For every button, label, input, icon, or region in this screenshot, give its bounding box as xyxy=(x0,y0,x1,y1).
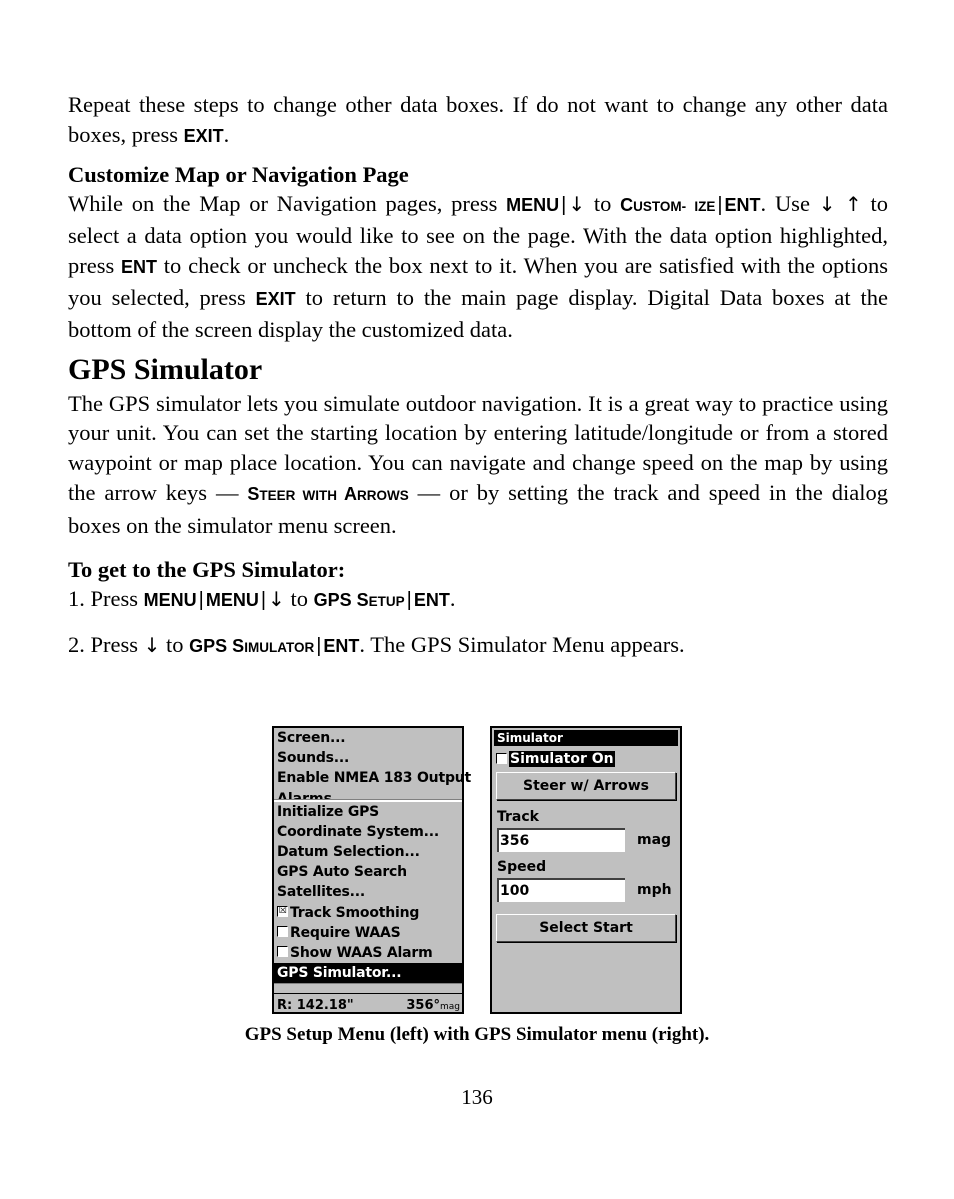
sc-rest: USTOM- xyxy=(633,198,687,214)
menu-item-require-waas[interactable]: Require WAAS xyxy=(274,923,462,943)
text: . Use xyxy=(760,190,819,216)
separator: | xyxy=(316,635,322,658)
checkbox-icon[interactable] xyxy=(496,752,507,764)
intro-text-end: . xyxy=(223,121,230,147)
heading-value: 356° xyxy=(406,998,440,1013)
sc-letter: S xyxy=(247,483,260,504)
text: to xyxy=(160,632,190,658)
arrow-down-up-icon: ↓ ↑ xyxy=(818,191,862,216)
simulator-dialog: Simulator Simulator On Steer w/ Arrows T… xyxy=(490,726,682,1014)
text: 1. Press xyxy=(68,585,144,611)
menu-item-label: Require WAAS xyxy=(290,924,401,941)
steps-heading: To get to the GPS Simulator: xyxy=(68,556,346,582)
text: . xyxy=(449,585,456,611)
customize-heading: Customize Map or Navigation Page xyxy=(68,161,409,187)
key-ent: ENT xyxy=(724,194,761,215)
menu-item-datum-selection[interactable]: Datum Selection... xyxy=(274,842,462,862)
step-2: 2. Press ↓ to GPS SIMULATOR | ENT. The GPS… xyxy=(68,630,888,663)
sc-rest: IZE xyxy=(694,198,716,214)
sc-rest: IMULATOR xyxy=(244,640,315,656)
simulator-on-toggle[interactable]: Simulator On xyxy=(496,750,680,768)
key-exit: EXIT xyxy=(183,125,224,146)
key-ent: ENT xyxy=(323,636,360,657)
status-heading: 356°mag xyxy=(406,997,460,1016)
menu-item-alarms-cut[interactable]: Alarms... xyxy=(274,789,462,799)
menu-item-coordinate-system[interactable]: Coordinate System... xyxy=(274,822,462,842)
customize-paragraph: While on the Map or Navigation pages, pr… xyxy=(68,189,888,345)
intro-paragraph: Repeat these steps to change other data … xyxy=(68,90,888,152)
status-position: R: 142.18" xyxy=(277,998,354,1013)
checkbox-checked-icon[interactable]: ☒ xyxy=(277,906,288,917)
heading-unit: mag xyxy=(440,1002,460,1012)
key-steer-with-arrows: STEER WITH ARROWS xyxy=(247,484,408,504)
sc-letter: A xyxy=(344,483,357,504)
key-menu: MENU xyxy=(143,589,197,610)
text: to xyxy=(585,190,621,216)
sc-letter: GPS S xyxy=(189,636,245,657)
menu-item-show-waas-alarm[interactable]: Show WAAS Alarm xyxy=(274,943,462,963)
sc-letter: C xyxy=(620,194,634,215)
speed-label: Speed xyxy=(497,859,547,875)
manual-page: Repeat these steps to change other data … xyxy=(68,90,888,663)
figure-caption: GPS Setup Menu (left) with GPS Simulator… xyxy=(244,1024,710,1045)
arrow-down-icon: ↓ xyxy=(143,633,161,658)
separator: | xyxy=(260,588,267,611)
track-row: 356 mag xyxy=(497,828,680,854)
key-gps-simulator: GPS SIMULATOR xyxy=(189,636,314,656)
dialog-title: Simulator xyxy=(494,730,678,746)
gps-simulator-paragraph: The GPS simulator lets you simulate outd… xyxy=(68,389,888,541)
separator: | xyxy=(406,588,412,611)
separator: | xyxy=(561,193,567,216)
separator: | xyxy=(198,588,204,611)
text: 2. Press xyxy=(68,632,144,658)
menu-item-gps-auto-search[interactable]: GPS Auto Search xyxy=(274,862,462,882)
key-ent: ENT xyxy=(121,257,158,278)
menu-item-label: Track Smoothing xyxy=(290,904,420,921)
gps-setup-menu: Screen... Sounds... Enable NMEA 183 Outp… xyxy=(272,726,471,1014)
gps-simulator-heading: GPS Simulator xyxy=(68,352,263,386)
menu-item-screen[interactable]: Screen... xyxy=(274,728,462,748)
menu-item-sounds[interactable]: Sounds... xyxy=(274,748,462,768)
screenshots: Screen... Sounds... Enable NMEA 183 Outp… xyxy=(272,726,692,1016)
menu-item-track-smoothing[interactable]: ☒ Track Smoothing xyxy=(274,903,462,923)
key-menu: MENU xyxy=(205,589,259,610)
speed-row: 100 mph xyxy=(497,878,680,904)
text: While on the Map or Navigation pages, pr… xyxy=(68,190,507,216)
track-label: Track xyxy=(497,809,539,825)
checkbox-icon[interactable] xyxy=(277,926,288,938)
key-exit: EXIT xyxy=(255,288,296,309)
step-1: 1. Press MENU | MENU | ↓ to GPS SETUP | ENT. xyxy=(68,584,888,617)
sc-rest: ETUP xyxy=(368,593,405,609)
text: to xyxy=(284,585,314,611)
speed-unit: mph xyxy=(637,882,672,898)
key-customize: CUSTOM- IZE xyxy=(620,195,715,215)
select-start-button[interactable]: Select Start xyxy=(496,914,676,942)
checkbox-icon[interactable] xyxy=(277,946,288,958)
menu-item-enable-nmea[interactable]: Enable NMEA 183 Output xyxy=(274,768,471,788)
status-bar: R: 142.18" 356°mag xyxy=(274,993,462,1013)
key-ent: ENT xyxy=(413,589,450,610)
arrow-down-icon: ↓ xyxy=(268,586,285,611)
track-input[interactable]: 356 xyxy=(497,828,625,852)
sc-rest: RROWS xyxy=(357,487,409,503)
page-number: 136 xyxy=(461,1085,493,1109)
menu-item-initialize-gps[interactable]: Initialize GPS xyxy=(274,802,462,822)
speed-input[interactable]: 100 xyxy=(497,878,625,902)
text: . The GPS Simulator Menu appears. xyxy=(359,632,685,658)
menu-item-gps-simulator[interactable]: GPS Simulator... xyxy=(274,963,462,984)
simulator-on-label: Simulator On xyxy=(509,751,615,767)
steer-with-arrows-button[interactable]: Steer w/ Arrows xyxy=(496,772,676,800)
arrow-down-icon: ↓ xyxy=(568,191,586,216)
menu-item-label: Show WAAS Alarm xyxy=(290,944,433,961)
sc-rest: TEER WITH xyxy=(259,487,344,503)
sc-letter: GPS S xyxy=(313,589,369,610)
key-gps-setup: GPS SETUP xyxy=(314,590,405,610)
track-unit: mag xyxy=(637,832,672,848)
key-menu: MENU xyxy=(506,194,560,215)
separator: | xyxy=(717,193,723,216)
menu-item-satellites[interactable]: Satellites... xyxy=(274,882,462,902)
